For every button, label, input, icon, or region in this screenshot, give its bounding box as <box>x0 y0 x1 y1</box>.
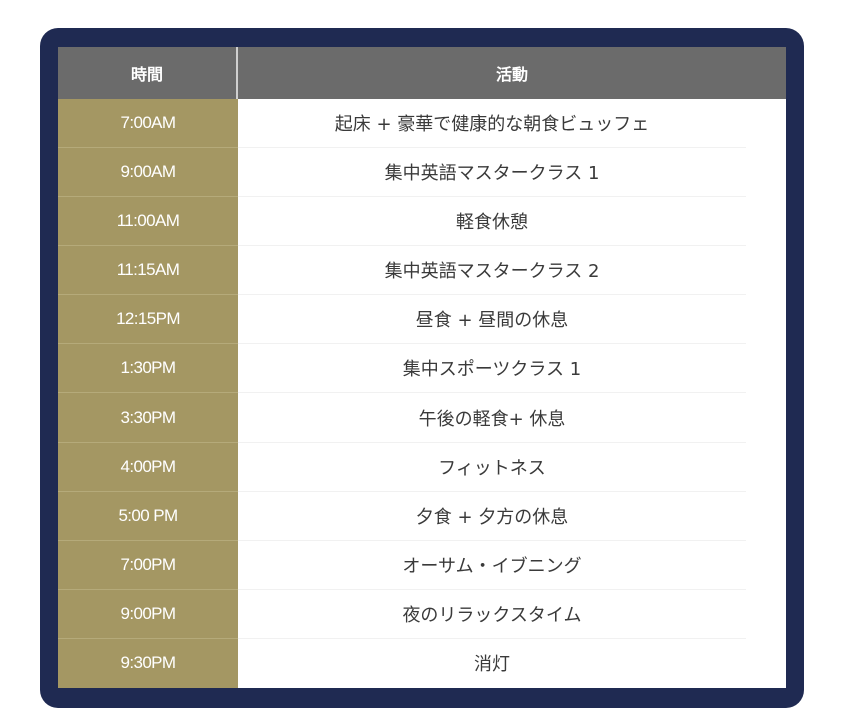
table-row: 9:30PM 消灯 <box>58 638 786 688</box>
time-cell: 9:00AM <box>58 148 238 198</box>
activity-cell: フィットネス <box>238 443 746 492</box>
schedule-table: 時間 活動 7:00AM 起床 + 豪華で健康的な朝食ビュッフェ 9:00AM … <box>58 47 786 688</box>
activity-cell: オーサム・イブニング <box>238 541 746 590</box>
table-row: 5:00 PM 夕食 + 夕方の休息 <box>58 491 786 541</box>
time-cell: 5:00 PM <box>58 491 238 541</box>
table-row: 1:30PM 集中スポーツクラス 1 <box>58 344 786 394</box>
table-row: 7:00PM オーサム・イブニング <box>58 540 786 590</box>
table-row: 9:00PM 夜のリラックスタイム <box>58 589 786 639</box>
table-row: 9:00AM 集中英語マスタークラス 1 <box>58 148 786 198</box>
activity-cell: 午後の軽食+ 休息 <box>238 393 746 443</box>
table-row: 4:00PM フィットネス <box>58 442 786 492</box>
time-cell: 9:30PM <box>58 638 238 688</box>
activity-cell: 夕食 + 夕方の休息 <box>238 492 746 541</box>
activity-cell: 集中英語マスタークラス 2 <box>238 246 746 296</box>
header-activity: 活動 <box>495 65 528 84</box>
activity-cell: 夜のリラックスタイム <box>238 590 746 639</box>
time-cell: 11:15AM <box>58 246 238 296</box>
time-cell: 7:00PM <box>58 540 238 590</box>
table-row: 11:15AM 集中英語マスタークラス 2 <box>58 246 786 296</box>
activity-cell: 起床 + 豪華で健康的な朝食ビュッフェ <box>238 99 746 149</box>
time-cell: 3:30PM <box>58 393 238 443</box>
activity-cell: 集中スポーツクラス 1 <box>238 344 746 394</box>
time-cell: 9:00PM <box>58 589 238 639</box>
activity-cell: 集中英語マスタークラス 1 <box>238 148 746 198</box>
time-cell: 1:30PM <box>58 344 238 394</box>
table-row: 12:15PM 昼食 + 昼間の休息 <box>58 295 786 345</box>
schedule-frame: 時間 活動 7:00AM 起床 + 豪華で健康的な朝食ビュッフェ 9:00AM … <box>40 28 804 708</box>
table-row: 3:30PM 午後の軽食+ 休息 <box>58 393 786 443</box>
table-body: 7:00AM 起床 + 豪華で健康的な朝食ビュッフェ 9:00AM 集中英語マス… <box>58 99 786 688</box>
header-time: 時間 <box>58 47 238 99</box>
table-row: 7:00AM 起床 + 豪華で健康的な朝食ビュッフェ <box>58 99 786 149</box>
time-cell: 4:00PM <box>58 442 238 492</box>
table-row: 11:00AM 軽食休憩 <box>58 197 786 247</box>
time-cell: 7:00AM <box>58 99 238 149</box>
time-cell: 11:00AM <box>58 197 238 247</box>
table-header: 時間 活動 <box>58 47 786 99</box>
time-cell: 12:15PM <box>58 295 238 345</box>
activity-cell: 軽食休憩 <box>238 197 746 247</box>
activity-cell: 消灯 <box>474 654 510 676</box>
activity-cell: 昼食 + 昼間の休息 <box>238 295 746 345</box>
